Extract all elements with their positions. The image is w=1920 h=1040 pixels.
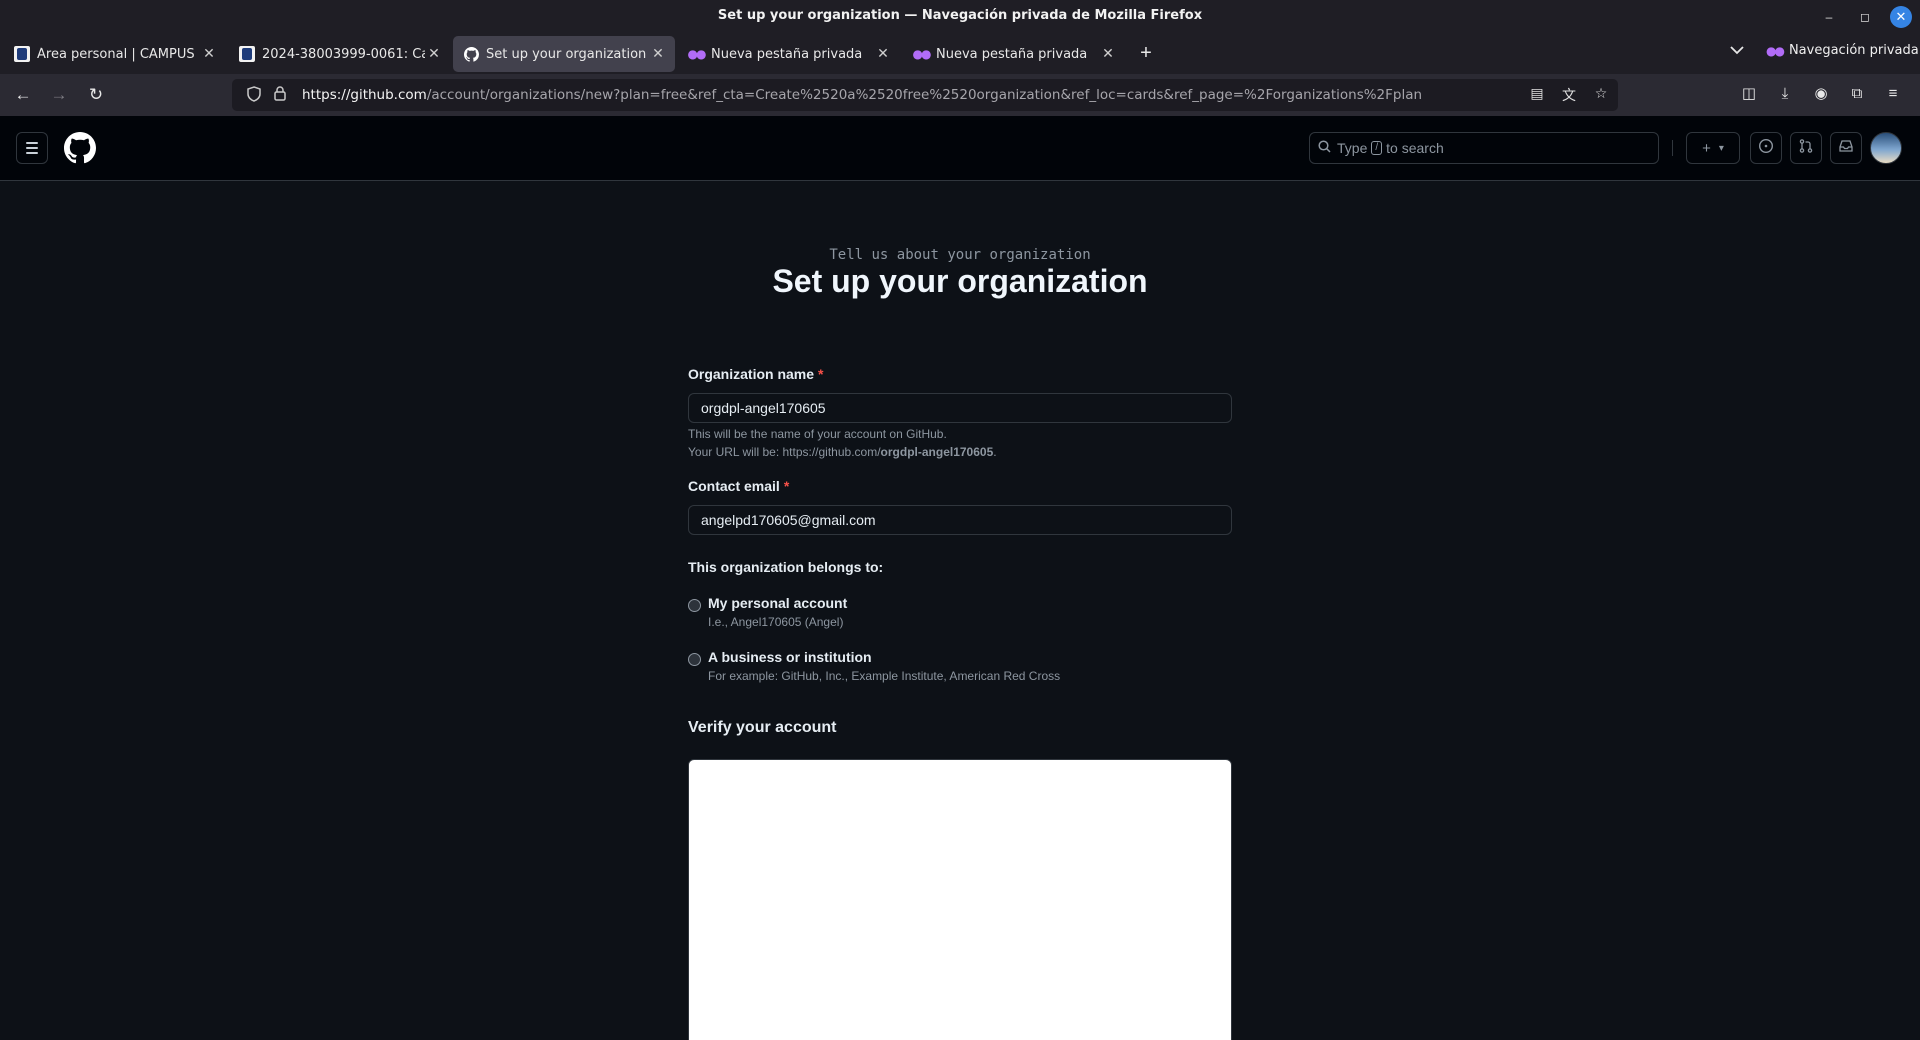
- radio-business-institution[interactable]: A business or institution For example: G…: [688, 649, 1060, 683]
- window-title: Set up your organization — Navegación pr…: [717, 8, 1203, 23]
- private-browsing-icon: ●●: [687, 47, 707, 61]
- github-header: Type / to search + ▾: [0, 116, 1920, 181]
- reload-button[interactable]: ↻: [84, 83, 108, 107]
- tab-label: 2024-38003999-0061: Calendario: [262, 46, 425, 62]
- radio-personal-account[interactable]: My personal account I.e., Angel170605 (A…: [688, 595, 847, 629]
- verify-account-heading: Verify your account: [688, 719, 837, 736]
- tab-strip: Área personal | CAMPUS ✕ 2024-38003999-0…: [0, 34, 1920, 74]
- org-name-note-line1: This will be the name of your account on…: [688, 427, 947, 441]
- close-window-button[interactable]: ✕: [1890, 6, 1912, 28]
- private-browsing-indicator: ●● Navegación privada: [1766, 43, 1919, 58]
- org-url-name: orgdpl-angel170605: [880, 445, 994, 459]
- issues-button[interactable]: [1750, 132, 1782, 164]
- user-avatar[interactable]: [1870, 132, 1902, 164]
- required-asterisk: *: [783, 478, 790, 494]
- contact-email-label-text: Contact email: [688, 478, 780, 494]
- close-tab-icon[interactable]: ✕: [1099, 46, 1117, 62]
- git-pull-request-icon: [1798, 138, 1814, 158]
- tab-setup-organization[interactable]: Set up your organization ✕: [453, 36, 675, 72]
- tracking-protection-shield-icon[interactable]: [244, 85, 264, 105]
- search-shortcut-key: /: [1371, 141, 1383, 155]
- tab-calendar[interactable]: 2024-38003999-0061: Calendario ✕: [229, 36, 451, 72]
- maximize-button[interactable]: ◻: [1854, 6, 1876, 28]
- inbox-icon: [1838, 138, 1854, 158]
- belongs-to-label: This organization belongs to:: [688, 559, 884, 575]
- lock-icon[interactable]: [270, 86, 290, 104]
- contact-email-label: Contact email *: [688, 478, 789, 494]
- close-tab-icon[interactable]: ✕: [425, 46, 443, 62]
- radio-description: I.e., Angel170605 (Angel): [708, 615, 844, 629]
- tab-label: Nueva pestaña privada: [936, 46, 1088, 62]
- tab-new-private-2[interactable]: ●● Nueva pestaña privada ✕: [903, 36, 1125, 72]
- pull-requests-button[interactable]: [1790, 132, 1822, 164]
- github-icon: [463, 46, 479, 62]
- open-global-nav-button[interactable]: [16, 132, 48, 164]
- translate-icon[interactable]: 文: [1560, 85, 1578, 105]
- tab-label: Set up your organization: [486, 46, 647, 62]
- private-browsing-label: Navegación privada: [1788, 43, 1919, 58]
- page-title: Set up your organization: [772, 263, 1148, 299]
- org-url-prefix: Your URL will be: https://github.com/: [688, 445, 881, 459]
- search-placeholder-prefix: Type: [1337, 140, 1368, 156]
- minimize-button[interactable]: –: [1818, 6, 1840, 28]
- inbox-button[interactable]: [1830, 132, 1862, 164]
- url-text[interactable]: https://github.com/account/organizations…: [302, 87, 1542, 103]
- url-host: https://github.com: [302, 87, 427, 103]
- private-browsing-icon: ●●: [1766, 43, 1785, 58]
- org-name-label-text: Organization name: [688, 366, 815, 382]
- list-all-tabs-icon[interactable]: [1730, 44, 1744, 58]
- private-browsing-icon: ●●: [912, 47, 932, 61]
- radio-button[interactable]: [688, 653, 701, 666]
- downloads-icon[interactable]: ⤓: [1776, 83, 1794, 105]
- campus-icon: [14, 46, 30, 62]
- search-icon: [1318, 140, 1331, 156]
- close-tab-icon[interactable]: ✕: [874, 46, 892, 62]
- required-asterisk: *: [818, 366, 824, 382]
- url-bar[interactable]: https://github.com/account/organizations…: [232, 79, 1618, 111]
- close-tab-icon[interactable]: ✕: [649, 46, 667, 62]
- tab-label: Nueva pestaña privada: [711, 46, 863, 62]
- url-path: /account/organizations/new?plan=free&ref…: [426, 87, 1423, 103]
- radio-description: For example: GitHub, Inc., Example Insti…: [708, 669, 1061, 683]
- radio-button[interactable]: [688, 599, 701, 612]
- window-controls: – ◻ ✕: [1818, 6, 1912, 28]
- chevron-down-icon: ▾: [1718, 142, 1724, 154]
- contact-email-input[interactable]: [688, 505, 1232, 535]
- page-subtitle: Tell us about your organization: [829, 247, 1091, 263]
- close-tab-icon[interactable]: ✕: [200, 46, 218, 62]
- search-placeholder-suffix: to search: [1386, 140, 1444, 156]
- create-new-button[interactable]: + ▾: [1686, 132, 1740, 164]
- bookmark-star-icon[interactable]: ☆: [1592, 85, 1610, 105]
- org-url-note: Your URL will be: https://github.com/org…: [688, 443, 997, 461]
- org-name-note: This will be the name of your account on…: [688, 425, 997, 461]
- tab-label: Área personal | CAMPUS: [37, 46, 195, 62]
- forward-button[interactable]: →: [47, 83, 71, 107]
- pocket-icon[interactable]: ◫: [1740, 83, 1758, 105]
- campus-icon: [239, 46, 255, 62]
- search-input[interactable]: Type / to search: [1309, 132, 1659, 164]
- github-logo-icon[interactable]: [64, 132, 96, 164]
- navigation-toolbar: ← → ↻ https://github.com/account/organiz…: [0, 74, 1920, 116]
- org-url-suffix: .: [993, 445, 997, 459]
- organization-name-input[interactable]: [688, 393, 1232, 423]
- radio-title: My personal account: [708, 595, 848, 611]
- tab-new-private-1[interactable]: ●● Nueva pestaña privada ✕: [678, 36, 900, 72]
- toolbar-actions: ◫ ⤓ ◉ ⧉ ≡: [1740, 83, 1902, 105]
- issue-opened-icon: [1758, 138, 1774, 158]
- url-bar-actions: ▤ 文 ☆: [1528, 85, 1610, 105]
- new-tab-button[interactable]: +: [1134, 42, 1158, 66]
- account-icon[interactable]: ◉: [1812, 83, 1830, 105]
- org-name-label: Organization name *: [688, 366, 823, 382]
- window-titlebar: Set up your organization — Navegación pr…: [0, 0, 1920, 34]
- plus-icon: +: [1702, 139, 1711, 157]
- captcha-verification-frame[interactable]: [688, 759, 1232, 1040]
- tab-campus[interactable]: Área personal | CAMPUS ✕: [4, 36, 226, 72]
- menu-icon[interactable]: ≡: [1884, 83, 1902, 105]
- header-divider: [1672, 140, 1673, 156]
- back-button[interactable]: ←: [11, 83, 35, 107]
- extensions-icon[interactable]: ⧉: [1848, 83, 1866, 105]
- reader-view-icon[interactable]: ▤: [1528, 85, 1546, 105]
- radio-title: A business or institution: [708, 649, 872, 665]
